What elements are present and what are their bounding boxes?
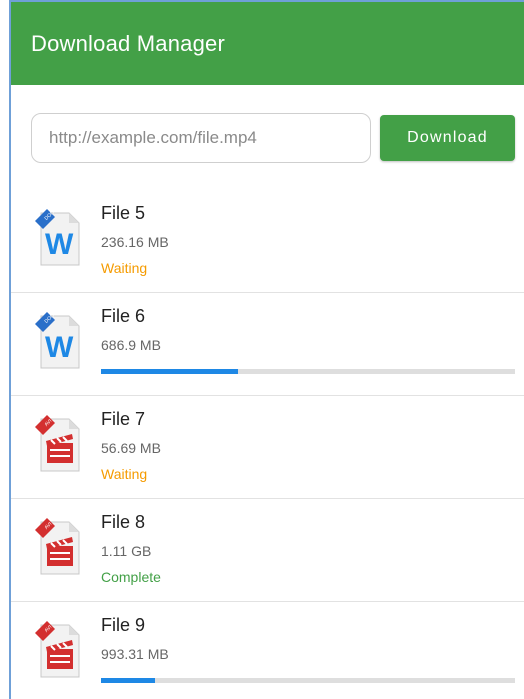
app-window: Download Manager Download DOCXW File 5 236… (9, 0, 524, 699)
avi-video-icon: AVI (33, 516, 83, 578)
file-name: File 9 (101, 615, 146, 635)
download-item[interactable]: DOCX W File 5 236.16 MB Waiting (11, 190, 524, 293)
url-row: Download (11, 85, 524, 190)
svg-text:W: W (45, 331, 74, 364)
status-label: Waiting (101, 466, 148, 482)
avi-video-icon: AVI (33, 413, 83, 475)
file-size: 56.69 MB (101, 440, 161, 456)
docx-word-icon: DOCX W (33, 310, 83, 372)
url-input[interactable] (31, 113, 371, 163)
avi-video-icon: AVI (33, 619, 83, 681)
file-name: File 8 (101, 512, 146, 532)
download-item[interactable]: AVI File 7 56.69 MB Waiting (11, 396, 524, 499)
progress-bar (101, 369, 515, 374)
status-label: Waiting (101, 260, 148, 276)
file-name: File 5 (101, 203, 146, 223)
download-item[interactable]: AVI File 8 1.11 GB Complete (11, 499, 524, 602)
file-size: 1.11 GB (101, 543, 152, 559)
progress-fill (101, 678, 155, 683)
file-name: File 7 (101, 409, 146, 429)
file-name: File 6 (101, 306, 146, 326)
status-label: Complete (101, 569, 161, 585)
download-item[interactable]: DOCX W File 6 686.9 MB (11, 293, 524, 396)
file-size: 686.9 MB (101, 337, 161, 353)
progress-fill (101, 369, 238, 374)
file-size: 993.31 MB (101, 646, 169, 662)
progress-bar (101, 678, 515, 683)
file-size: 236.16 MB (101, 234, 169, 250)
app-title: Download Manager (31, 30, 225, 56)
download-button[interactable]: Download (380, 115, 515, 161)
download-list: DOCX W File 5 236.16 MB Waiting DOCX W File 6 68… (11, 190, 524, 699)
docx-word-icon: DOCX W (33, 207, 83, 269)
svg-text:W: W (45, 228, 74, 261)
app-bar: Download Manager (11, 2, 524, 85)
download-item[interactable]: AVI File 9 993.31 MB (11, 602, 524, 699)
